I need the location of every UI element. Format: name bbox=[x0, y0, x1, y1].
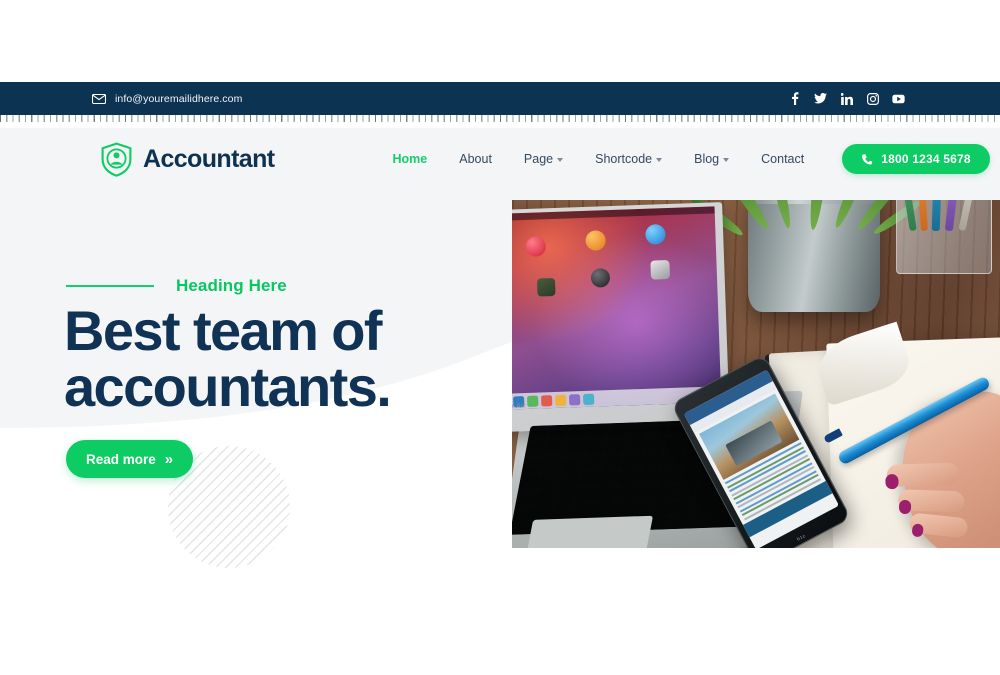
envelope-icon bbox=[92, 93, 106, 104]
double-chevron-right-icon: » bbox=[164, 450, 174, 468]
hero-section: ok Air htc Heading Here Best team of acc… bbox=[0, 128, 1000, 573]
nav-item-page[interactable]: Page bbox=[508, 152, 579, 166]
nav-label: About bbox=[459, 152, 492, 166]
site-logo[interactable]: Accountant bbox=[100, 141, 275, 177]
nav-item-home[interactable]: Home bbox=[377, 152, 444, 166]
read-more-button[interactable]: Read more » bbox=[66, 440, 194, 478]
nav-label: Home bbox=[392, 152, 428, 166]
chevron-down-icon bbox=[557, 158, 564, 162]
eyebrow-rule bbox=[66, 285, 154, 287]
hero-title-line-2: accountants. bbox=[64, 355, 392, 418]
eyebrow-text: Heading Here bbox=[176, 276, 287, 295]
hero-eyebrow: Heading Here bbox=[66, 276, 287, 296]
instagram-icon[interactable] bbox=[866, 92, 879, 105]
nav-item-about[interactable]: About bbox=[443, 152, 508, 166]
logo-text: Accountant bbox=[143, 144, 275, 173]
nav-label: Page bbox=[523, 152, 554, 166]
linkedin-icon[interactable] bbox=[840, 92, 853, 105]
nav-item-contact[interactable]: Contact bbox=[745, 152, 820, 166]
youtube-icon[interactable] bbox=[892, 92, 905, 105]
nav-item-blog[interactable]: Blog bbox=[678, 152, 745, 166]
chevron-down-icon bbox=[723, 158, 730, 162]
top-utility-bar: info@youremailidhere.com bbox=[0, 82, 1000, 115]
site-header: Accountant Home About Page Shortcode Blo… bbox=[0, 128, 1000, 190]
ruler-decoration bbox=[0, 115, 1000, 128]
nav-label: Shortcode bbox=[595, 152, 653, 166]
shield-user-icon bbox=[100, 141, 133, 177]
landing-page: info@youremailidhere.com ok Air htc Head… bbox=[0, 0, 1000, 675]
page-title: Best team of accountants. bbox=[64, 303, 504, 415]
main-navigation: Home About Page Shortcode Blog Contact 1… bbox=[377, 144, 990, 174]
nav-item-shortcode[interactable]: Shortcode bbox=[579, 152, 678, 166]
hero-title-line-1: Best team of bbox=[64, 299, 382, 362]
twitter-icon[interactable] bbox=[814, 92, 827, 105]
nav-label: Contact bbox=[761, 152, 805, 166]
phone-cta-button[interactable]: 1800 1234 5678 bbox=[842, 144, 990, 174]
chevron-down-icon bbox=[656, 158, 663, 162]
phone-icon bbox=[861, 153, 873, 165]
hero-content: Heading Here Best team of accountants. R… bbox=[0, 128, 1000, 573]
phone-number-label: 1800 1234 5678 bbox=[881, 152, 971, 166]
nav-label: Blog bbox=[694, 152, 720, 166]
topbar-contact: info@youremailidhere.com bbox=[92, 93, 242, 105]
social-links bbox=[788, 92, 905, 105]
topbar-email-text[interactable]: info@youremailidhere.com bbox=[115, 93, 242, 105]
read-more-label: Read more bbox=[86, 451, 156, 467]
facebook-icon[interactable] bbox=[788, 92, 801, 105]
